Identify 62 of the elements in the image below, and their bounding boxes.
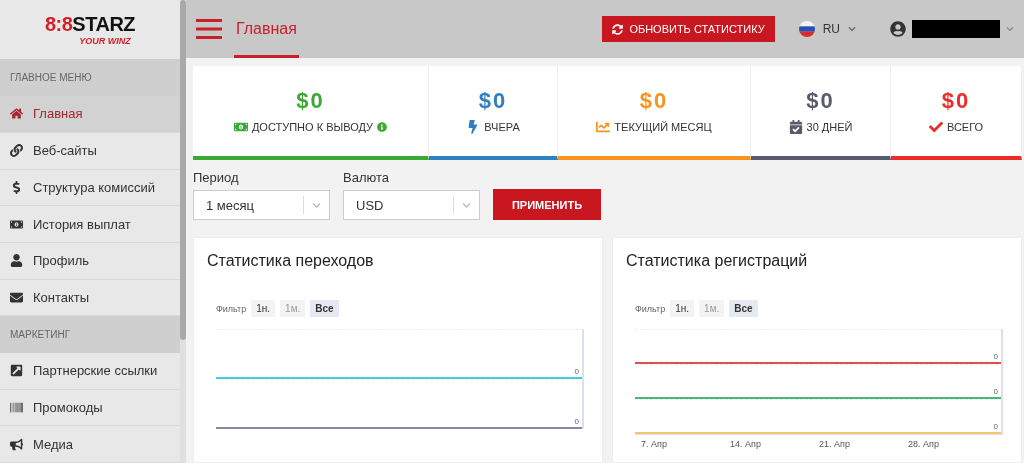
stat-value: $0 bbox=[941, 88, 971, 114]
apply-button[interactable]: ПРИМЕНИТЬ bbox=[493, 189, 601, 220]
chevron-icon[interactable] bbox=[848, 25, 856, 33]
filter-label: Фильтр bbox=[216, 303, 247, 314]
stat-label: ТЕКУЩИЙ МЕСЯЦ bbox=[614, 121, 712, 133]
filter-label: Фильтр bbox=[635, 303, 666, 314]
filter-button[interactable]: Все bbox=[729, 300, 758, 317]
chevron-icon bbox=[462, 200, 471, 210]
user-icon bbox=[10, 254, 23, 268]
logo-tagline: YOUR WINZ bbox=[79, 36, 131, 47]
filter-button[interactable]: Все bbox=[310, 300, 339, 317]
chart-title: Статистика переходов bbox=[207, 252, 375, 270]
refresh-stats-button[interactable]: ОБНОВИТЬ СТАТИСТИКУ bbox=[602, 16, 775, 42]
axis-label: 28. Апр bbox=[907, 439, 940, 449]
menu-icon[interactable] bbox=[196, 18, 222, 40]
info-icon[interactable] bbox=[377, 122, 388, 132]
stat-label: ВЧЕРА bbox=[484, 121, 520, 133]
filter-button[interactable]: 1н. bbox=[251, 300, 276, 317]
axis-label: 0 bbox=[993, 387, 998, 396]
banknote-icon bbox=[233, 120, 248, 134]
sidebar-item[interactable]: Главная bbox=[0, 96, 180, 133]
field-label: Валюта bbox=[343, 170, 390, 185]
logo-mark: 8:8 bbox=[44, 13, 73, 37]
megaphone-icon bbox=[10, 437, 23, 451]
stat-label: ДОСТУПНО К ВЫВОДУ bbox=[251, 121, 374, 133]
scrollbar[interactable] bbox=[180, 0, 186, 463]
refresh-icon bbox=[612, 23, 624, 35]
axis-label: 14. Апр bbox=[729, 439, 762, 449]
sidebar-section-title: МАРКЕТИНГ bbox=[0, 316, 180, 353]
user-icon[interactable] bbox=[890, 21, 906, 37]
axis-label: 0 bbox=[574, 417, 579, 426]
barcode-icon bbox=[10, 400, 23, 414]
axis-label: 7. Апр bbox=[640, 439, 668, 449]
axis-label: 0 bbox=[993, 422, 998, 431]
field-label: Период bbox=[193, 170, 240, 185]
calendar-check-icon bbox=[788, 120, 803, 134]
logo-name: STARZ bbox=[72, 13, 136, 37]
home-icon bbox=[10, 107, 23, 121]
axis-label: 21. Апр bbox=[818, 439, 851, 449]
stat-label: ВСЕГО bbox=[946, 121, 984, 133]
stat-value: $0 bbox=[478, 88, 508, 114]
envelope-icon bbox=[10, 290, 23, 304]
select-field[interactable]: 1 месяц bbox=[193, 190, 330, 220]
filter-button[interactable]: 1н. bbox=[670, 300, 695, 317]
stat-label: 30 ДНЕЙ bbox=[806, 121, 853, 133]
sidebar-section-title: ГЛАВНОЕ МЕНЮ bbox=[0, 59, 180, 97]
flag-icon bbox=[798, 21, 815, 37]
external-link-icon bbox=[10, 364, 23, 378]
axis-label: 0 bbox=[574, 367, 579, 376]
select-field[interactable]: USD bbox=[343, 190, 480, 220]
stat-value: $0 bbox=[639, 88, 669, 114]
chevron-icon bbox=[312, 200, 321, 210]
chevron-icon[interactable] bbox=[1006, 25, 1014, 33]
stat-value: $0 bbox=[296, 88, 325, 114]
stat-value: $0 bbox=[806, 88, 835, 114]
chart-line-icon bbox=[596, 120, 611, 134]
chart-title: Статистика регистраций bbox=[626, 252, 809, 270]
dollar-icon bbox=[10, 180, 23, 194]
language-selector[interactable]: RU bbox=[822, 22, 840, 36]
check-icon bbox=[928, 120, 943, 134]
axis-label: 0 bbox=[993, 352, 998, 361]
link-icon bbox=[10, 144, 23, 158]
